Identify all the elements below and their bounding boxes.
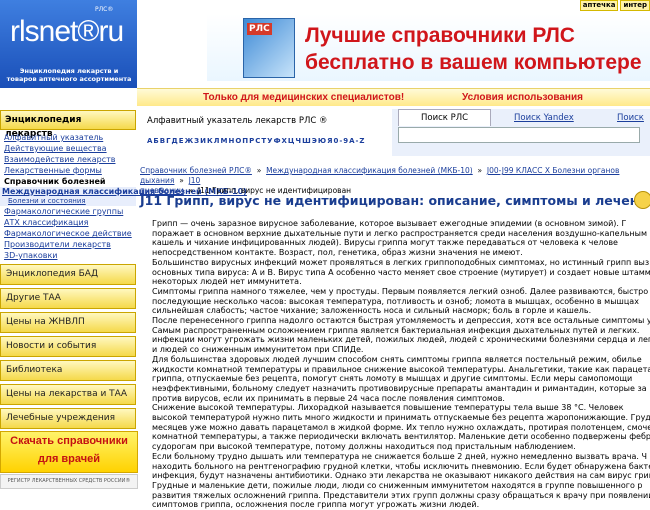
sidebar-button-zhnvlp[interactable]: Цены на ЖНВЛП bbox=[0, 312, 136, 333]
alphabet-index: Алфавитный указатель лекарств РЛС ® АБВГ… bbox=[137, 109, 390, 156]
article-line: сильнейшая слабость; частое чихание; зал… bbox=[152, 306, 592, 316]
sidebar-item-forms[interactable]: Лекарственные формы bbox=[4, 165, 136, 176]
breadcrumb-sep: » bbox=[475, 166, 485, 175]
top-link-inter[interactable]: интер bbox=[620, 0, 650, 11]
breadcrumb: Справочник болезней РЛС® » Международная… bbox=[140, 166, 650, 196]
breadcrumb-sep: » bbox=[254, 166, 264, 175]
sidebar-button-bad[interactable]: Энциклопедия БАД bbox=[0, 264, 136, 285]
article-line: высокой температурой нужно пить много жи… bbox=[152, 413, 650, 423]
sidebar-button-news[interactable]: Новости и события bbox=[0, 336, 136, 357]
article-line: инфекции могут угрожать жизни маленьких … bbox=[152, 335, 650, 345]
banner-line-1: Лучшие справочники РЛС bbox=[305, 24, 575, 47]
article-line: основных типа вируса: A и B. Вирус типа … bbox=[152, 267, 650, 277]
sidebar-heading[interactable]: Энциклопедия лекарств bbox=[0, 110, 136, 139]
sidebar-button-prices[interactable]: Цены на лекарства и ТАА bbox=[0, 384, 136, 405]
top-link-apteka[interactable]: аптечка bbox=[579, 0, 619, 11]
article-line: развития тяжелых осложнений гриппа. Пред… bbox=[152, 490, 650, 500]
page-title: J11 Грипп, вирус не идентифицирован: опи… bbox=[140, 191, 650, 209]
article-line: судорогам при высокой температуре, потом… bbox=[152, 442, 576, 452]
article-line: против вирусов, если их принимать в перв… bbox=[152, 393, 505, 403]
software-box-image: РЛС bbox=[243, 18, 295, 78]
breadcrumb-icd10[interactable]: Международная классификация болезней (МК… bbox=[266, 166, 473, 175]
article-line: Снижение высокой температуры. Лихорадкой… bbox=[152, 403, 624, 413]
logo[interactable]: РЛС® rlsnet®ru Энциклопедия лекарств и т… bbox=[0, 0, 137, 88]
notice-specialists[interactable]: Только для медицинских специалистов! bbox=[203, 92, 404, 103]
article-line: После перенесенного гриппа надолго остаю… bbox=[152, 316, 650, 326]
article-line: Симптомы гриппа намного тяжелее, чем у п… bbox=[152, 286, 650, 296]
sidebar-item-atc[interactable]: АТХ классификация bbox=[4, 217, 136, 228]
article-body: Грипп — очень заразное вирусное заболева… bbox=[140, 219, 650, 510]
tab-search-rls[interactable]: Поиск РЛС bbox=[398, 109, 492, 126]
sidebar-item-icd10[interactable]: Международная классификация болезней (МК… bbox=[0, 187, 247, 206]
sidebar-item-interactions[interactable]: Взаимодействие лекарств bbox=[4, 154, 136, 165]
sidebar: Энциклопедия лекарств Алфавитный указате… bbox=[0, 110, 247, 429]
search-input[interactable] bbox=[398, 127, 640, 143]
sidebar-list: Алфавитный указатель Действующие веществ… bbox=[0, 130, 247, 261]
logo-subtitle: Энциклопедия лекарств и товаров аптечног… bbox=[6, 67, 132, 83]
notice-bar: Только для медицинских специалистов! Усл… bbox=[137, 88, 650, 106]
banner-line-2: бесплатно в вашем компьютере bbox=[305, 51, 642, 74]
article-line: комнатной температуры, а также периодиче… bbox=[152, 432, 650, 442]
breadcrumb-j10[interactable]: J10 bbox=[189, 176, 201, 185]
article-line: некоторых людей нет иммунитета. bbox=[152, 277, 302, 287]
sidebar-item-alphabet[interactable]: Алфавитный указатель bbox=[4, 132, 136, 143]
logo-rls-mark: РЛС® bbox=[95, 6, 114, 13]
smiley-icon[interactable] bbox=[634, 191, 650, 209]
sidebar-button-library[interactable]: Библиотека bbox=[0, 360, 136, 381]
page-title-text: J11 Грипп, вирус не идентифицирован: опи… bbox=[140, 193, 650, 208]
article-line: последующие несколько часов: высокая тем… bbox=[152, 296, 639, 306]
download-line-1: Скачать справочники bbox=[10, 435, 128, 447]
alphabet-title: Алфавитный указатель лекарств РЛС ® bbox=[147, 116, 328, 126]
sidebar-item-3d[interactable]: 3D-упаковки bbox=[4, 250, 136, 261]
sidebar-item-pharm-groups[interactable]: Фармакологические группы bbox=[4, 206, 136, 217]
promo-banner[interactable]: РЛС Лучшие справочники РЛС бесплатно в в… bbox=[207, 14, 650, 81]
sidebar-item-conditions[interactable]: Болезни и состояния bbox=[2, 197, 136, 206]
article-line: инфекция, будут назначены антибиотики. О… bbox=[152, 471, 650, 481]
tab-search-other[interactable]: Поиск bbox=[617, 113, 644, 123]
logo-word: rlsnet®ru bbox=[10, 15, 124, 48]
sidebar-item-diseases[interactable]: Справочник болезней bbox=[4, 176, 136, 187]
article-line: поражает в основном верхние дыхательные … bbox=[152, 228, 650, 238]
download-button[interactable]: Скачать справочники для врачей bbox=[0, 431, 138, 473]
article-line: кашель и чихание инфицированных людей). … bbox=[152, 238, 618, 248]
article-line: Самым распространенным осложнением грипп… bbox=[152, 325, 640, 335]
sidebar-button-taa[interactable]: Другие ТАА bbox=[0, 288, 136, 309]
article-line: Если больному трудно дышать или температ… bbox=[152, 451, 647, 461]
sidebar-item-pharm-action[interactable]: Фармакологическое действие bbox=[4, 228, 136, 239]
notice-terms-link[interactable]: Условия использования bbox=[462, 92, 583, 103]
box-label: РЛС bbox=[247, 23, 272, 35]
top-links: аптечка интер bbox=[579, 0, 650, 11]
article-line: Грипп — очень заразное вирусное заболева… bbox=[152, 219, 627, 228]
sidebar-item-icd10-label: Международная классификация болезней (МК… bbox=[2, 187, 247, 196]
search-panel: Поиск РЛС Поиск Yandex Поиск bbox=[392, 109, 650, 156]
article-line: месяцев уже можно давать парацетамол в ж… bbox=[152, 422, 650, 432]
sidebar-item-manufacturers[interactable]: Производители лекарств bbox=[4, 239, 136, 250]
article-line: находить больного на рентгенографию груд… bbox=[152, 461, 650, 471]
alphabet-letters[interactable]: АБВГДЕЖЗИКЛМНОПРСТУФХЦЧШЭЮЯ0-9A-Z bbox=[147, 137, 366, 145]
article-line: гриппа, отпускаемые без рецепта, помогут… bbox=[152, 374, 633, 384]
download-line-2: для врачей bbox=[37, 453, 101, 465]
article-line: жидкости комнатной температуры и правиль… bbox=[152, 364, 650, 374]
article-line: симптомов гриппа, осложнения после грипп… bbox=[152, 500, 480, 510]
sidebar-button-clinics[interactable]: Лечебные учреждения bbox=[0, 408, 136, 429]
sidebar-item-substances[interactable]: Действующие вещества bbox=[4, 143, 136, 154]
tab-search-yandex[interactable]: Поиск Yandex bbox=[514, 113, 574, 123]
article-line: Большинство вирусных инфекций может проя… bbox=[152, 257, 650, 267]
article-line: и людей со сниженным иммунитетом при СПИ… bbox=[152, 345, 364, 355]
article-line: Грудные и маленькие дети, пожилые люди, … bbox=[152, 480, 643, 490]
search-tabs: Поиск РЛС Поиск Yandex Поиск bbox=[392, 109, 650, 126]
breadcrumb-sep: » bbox=[176, 176, 187, 185]
article-line: неэффективными, больному следует назначи… bbox=[152, 383, 647, 393]
article-line: Для большинства здоровых людей лучшим сп… bbox=[152, 354, 642, 364]
article-line: непосредственном контакте. Возраст, пол,… bbox=[152, 248, 523, 258]
breadcrumb-diseases[interactable]: Справочник болезней РЛС® bbox=[140, 166, 252, 175]
